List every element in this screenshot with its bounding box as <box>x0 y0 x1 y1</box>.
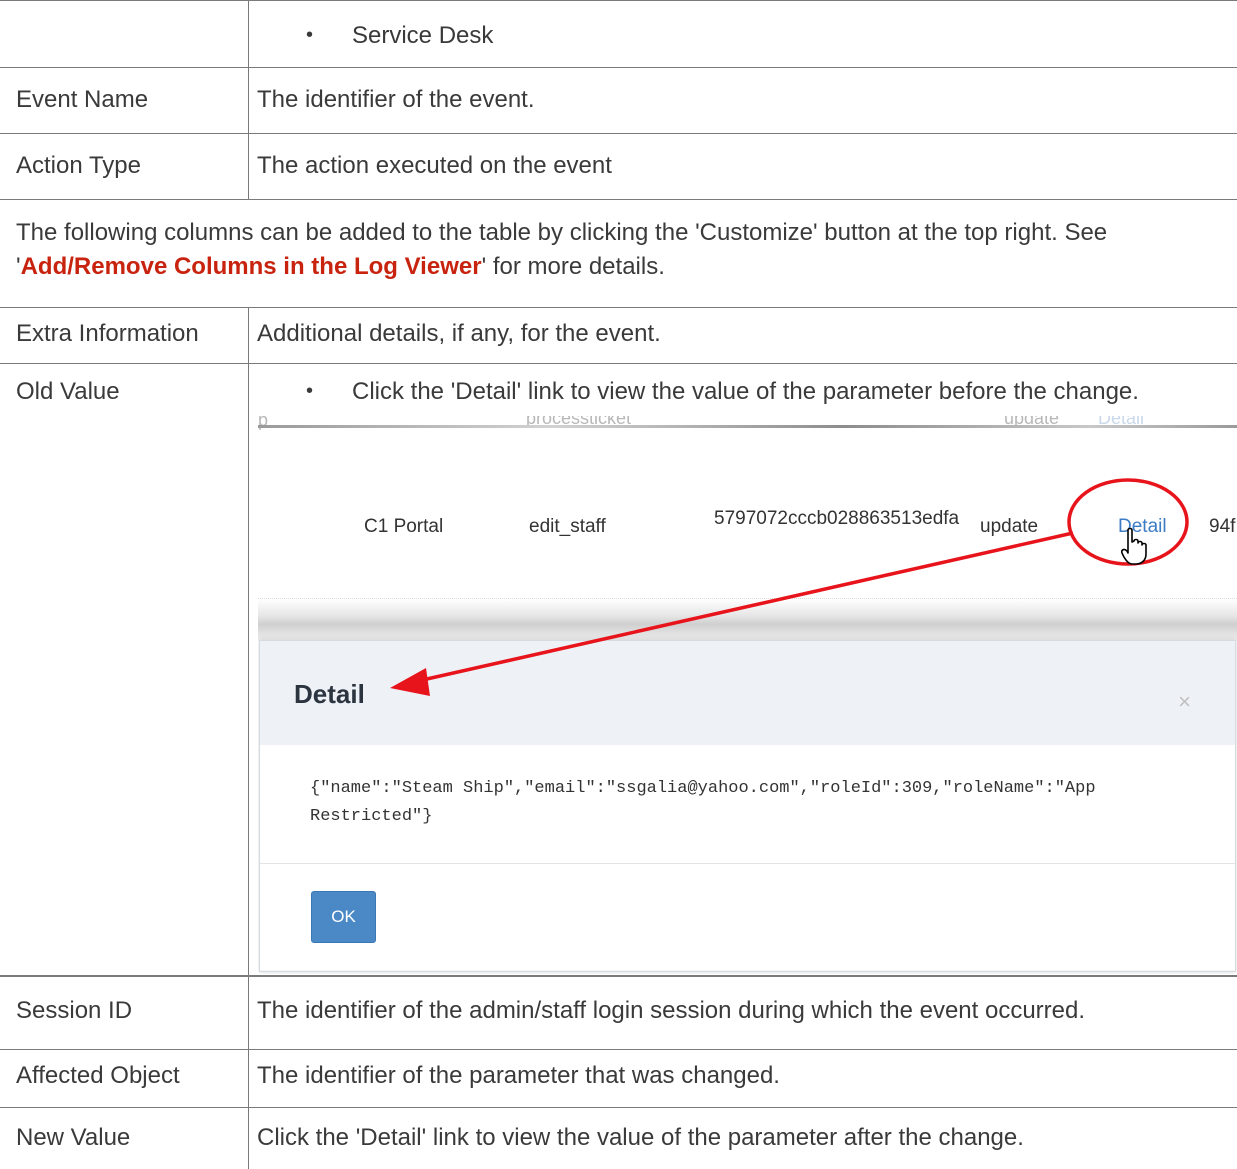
modal-footer: OK <box>260 864 1235 970</box>
note-after: ' for more details. <box>481 253 665 280</box>
ok-button[interactable]: OK <box>311 891 376 943</box>
faint-text: p <box>258 416 269 430</box>
session-cell: 5797072cccb028863513edfa <box>714 508 960 529</box>
note-before: The following columns can be added to th… <box>16 219 1108 246</box>
modal-json: {"name":"Steam Ship","email":"ssgalia@ya… <box>310 775 1210 831</box>
torn-edge <box>258 425 1237 428</box>
json-line: {"name":"Steam Ship","email":"ssgalia@ya… <box>310 779 1096 798</box>
table-row: Session ID The identifier of the admin/s… <box>0 976 1237 1050</box>
row-label: Session ID <box>16 997 133 1024</box>
row-description: Click the 'Detail' link to view the valu… <box>257 1124 1024 1151</box>
row-description: The action executed on the event <box>257 152 612 179</box>
row-description: The identifier of the parameter that was… <box>257 1062 780 1089</box>
row-label: Old Value <box>16 378 120 405</box>
column-divider <box>248 308 249 1169</box>
detail-modal: Detail × {"name":"Steam Ship","email":"s… <box>259 640 1236 972</box>
row-label: Action Type <box>16 152 141 179</box>
modal-body: {"name":"Steam Ship","email":"ssgalia@ya… <box>260 745 1235 864</box>
column-divider <box>248 0 249 200</box>
portal-cell: C1 Portal <box>364 516 444 537</box>
modal-header: Detail × <box>260 641 1235 746</box>
note-text: The following columns can be added to th… <box>16 216 1226 284</box>
affected-cell: 94f <box>1209 516 1236 537</box>
documentation-table: • Service Desk Event Name The identifier… <box>0 0 1237 1169</box>
json-line: Restricted"} <box>310 807 433 826</box>
log-row: C1 Portal edit_staff 5797072cccb02886351… <box>258 454 1237 614</box>
row-description: The identifier of the admin/staff login … <box>257 997 1086 1024</box>
note-row: The following columns can be added to th… <box>0 200 1237 308</box>
bullet-icon: • <box>306 380 314 402</box>
row-description: Click the 'Detail' link to view the valu… <box>352 378 1139 405</box>
event-cell: edit_staff <box>529 516 606 537</box>
table-row: • Service Desk <box>0 0 1237 68</box>
table-row: Extra Information Additional details, if… <box>0 308 1237 364</box>
add-remove-columns-link[interactable]: Add/Remove Columns in the Log Viewer <box>21 253 482 280</box>
table-row: Affected Object The identifier of the pa… <box>0 1050 1237 1108</box>
bullet-icon: • <box>306 24 314 46</box>
table-row: New Value Click the 'Detail' link to vie… <box>0 1108 1237 1169</box>
row-description: Service Desk <box>352 22 494 49</box>
action-cell: update <box>980 516 1039 537</box>
screenshot-top-strip: p processticket update Detail <box>258 416 1237 446</box>
detail-screenshot: p processticket update Detail C1 Portal … <box>258 416 1237 974</box>
row-description: Additional details, if any, for the even… <box>257 320 661 347</box>
row-label: Affected Object <box>16 1062 180 1089</box>
modal-title: Detail <box>294 679 365 709</box>
row-label: New Value <box>16 1124 131 1151</box>
table-row: Event Name The identifier of the event. <box>0 68 1237 134</box>
row-label: Extra Information <box>16 320 199 347</box>
torn-edge <box>258 599 1237 641</box>
detail-link[interactable]: Detail <box>1118 516 1167 538</box>
close-icon[interactable]: × <box>1178 689 1191 715</box>
row-label: Event Name <box>16 86 149 113</box>
row-description: The identifier of the event. <box>257 86 535 113</box>
table-row: Action Type The action executed on the e… <box>0 134 1237 200</box>
